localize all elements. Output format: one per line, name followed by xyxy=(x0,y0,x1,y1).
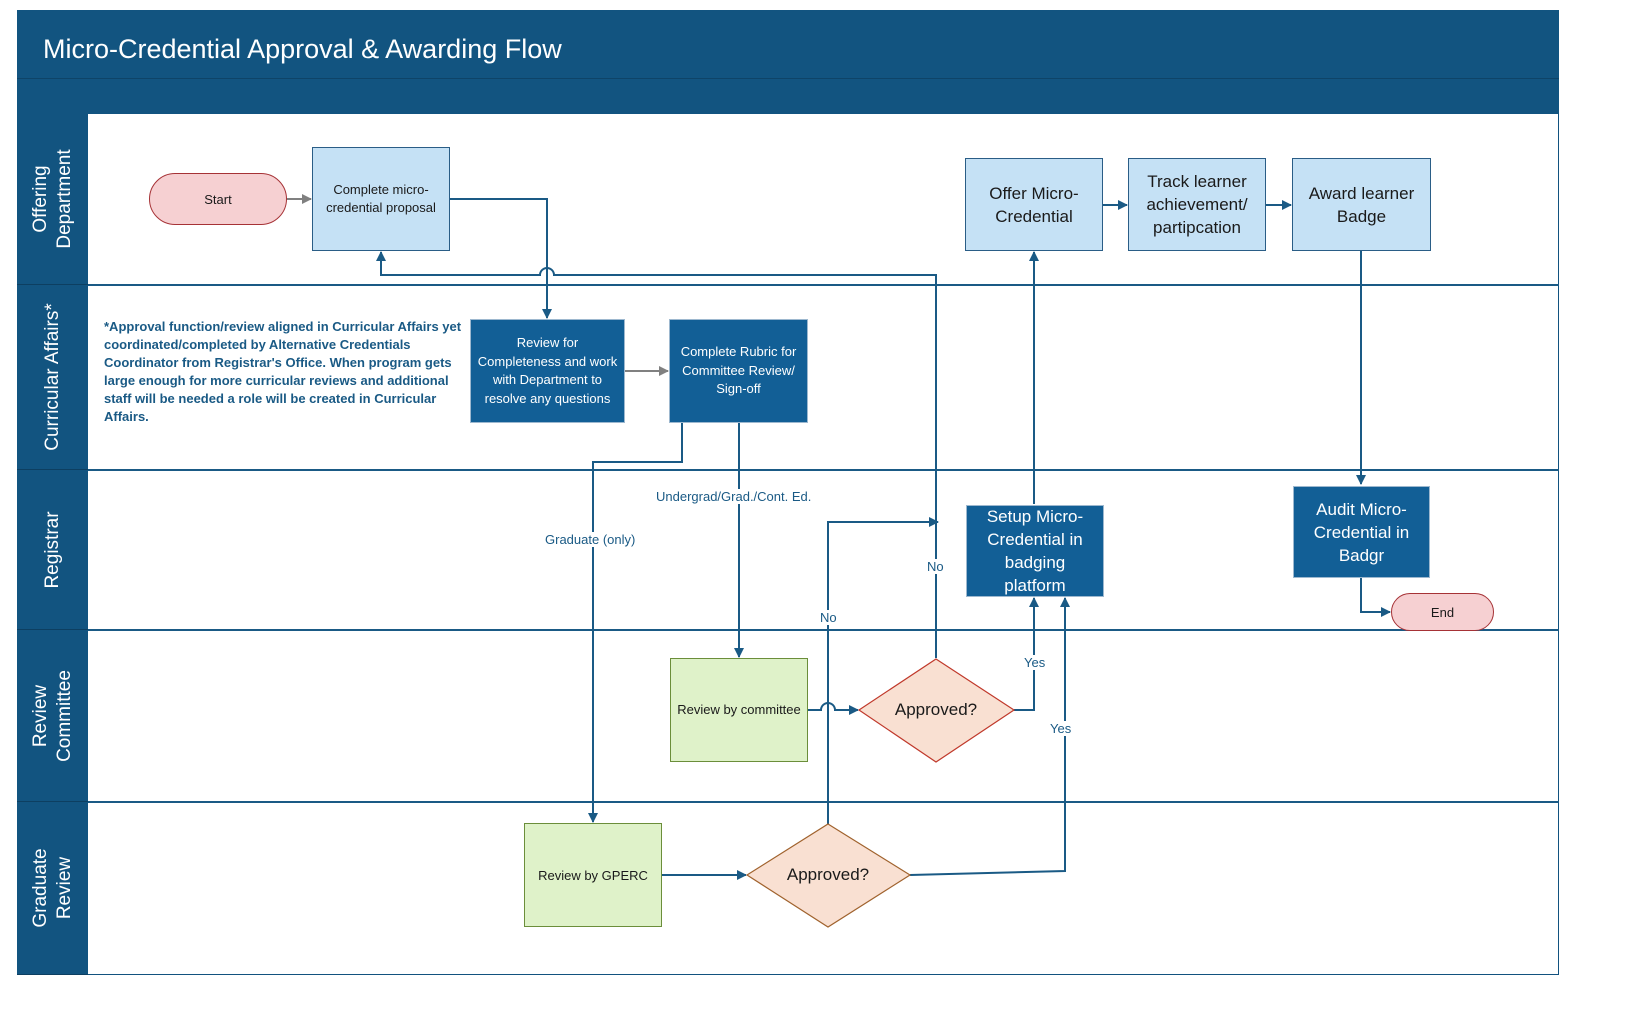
process-review-by-committee[interactable]: Review by committee xyxy=(670,658,808,762)
process-offer-micro-credential[interactable]: Offer Micro-Credential xyxy=(965,158,1103,251)
process-complete-proposal[interactable]: Complete micro-credential proposal xyxy=(312,147,450,251)
connector-audit-to-end xyxy=(1360,577,1391,617)
edge-label-no-graduate: No xyxy=(819,610,838,625)
end-label: End xyxy=(1430,604,1455,620)
connector-committee-to-approved xyxy=(808,702,859,715)
process-audit-badgr[interactable]: Audit Micro-Credential in Badgr xyxy=(1293,486,1430,578)
process-setup-badging[interactable]: Setup Micro-Credential in badging platfo… xyxy=(966,505,1104,597)
decision-label-graduate: Approved? xyxy=(786,865,870,884)
decision-label-committee: Approved? xyxy=(894,700,978,719)
end-terminal[interactable]: End xyxy=(1391,593,1494,631)
process-label: Complete micro-credential proposal xyxy=(326,182,436,215)
connector-committee-yes xyxy=(1014,597,1039,711)
process-label: Setup Micro-Credential in badging platfo… xyxy=(986,507,1084,595)
process-label: Audit Micro-Credential in Badgr xyxy=(1313,499,1410,565)
connector-no-to-proposal xyxy=(376,251,937,658)
edge-label-yes-graduate: Yes xyxy=(1049,721,1073,736)
curricular-affairs-note: *Approval function/review aligned in Cur… xyxy=(104,319,462,424)
process-review-completeness[interactable]: Review for Completeness and work with De… xyxy=(470,319,625,423)
edge-label-undergrad: Undergrad/Grad./Cont. Ed. xyxy=(655,489,813,504)
process-label: Review by committee xyxy=(677,702,801,717)
connector-proposal-to-review xyxy=(450,198,552,319)
start-label: Start xyxy=(204,191,232,207)
start-terminal[interactable]: Start xyxy=(149,173,287,225)
process-label: Review for Completeness and work with De… xyxy=(477,335,618,406)
process-review-by-gperc[interactable]: Review by GPERC xyxy=(524,823,662,927)
process-label: Offer Micro-Credential xyxy=(989,183,1079,226)
connector-rubric-to-gperc xyxy=(588,422,683,823)
process-award-badge[interactable]: Award learner Badge xyxy=(1292,158,1431,251)
process-track-learner[interactable]: Track learner achievement/ partipcation xyxy=(1128,158,1266,251)
edge-label-graduate-only: Graduate (only) xyxy=(544,532,637,547)
process-label: Track learner achievement/ partipcation xyxy=(1146,172,1248,237)
process-label: Award learner Badge xyxy=(1308,183,1415,226)
process-label: Complete Rubric for Committee Review/ Si… xyxy=(680,344,797,397)
edge-label-yes-committee: Yes xyxy=(1023,655,1047,670)
process-label: Review by GPERC xyxy=(538,867,648,883)
process-complete-rubric[interactable]: Complete Rubric for Committee Review/ Si… xyxy=(669,319,808,423)
edge-label-no-committee: No xyxy=(926,559,945,574)
